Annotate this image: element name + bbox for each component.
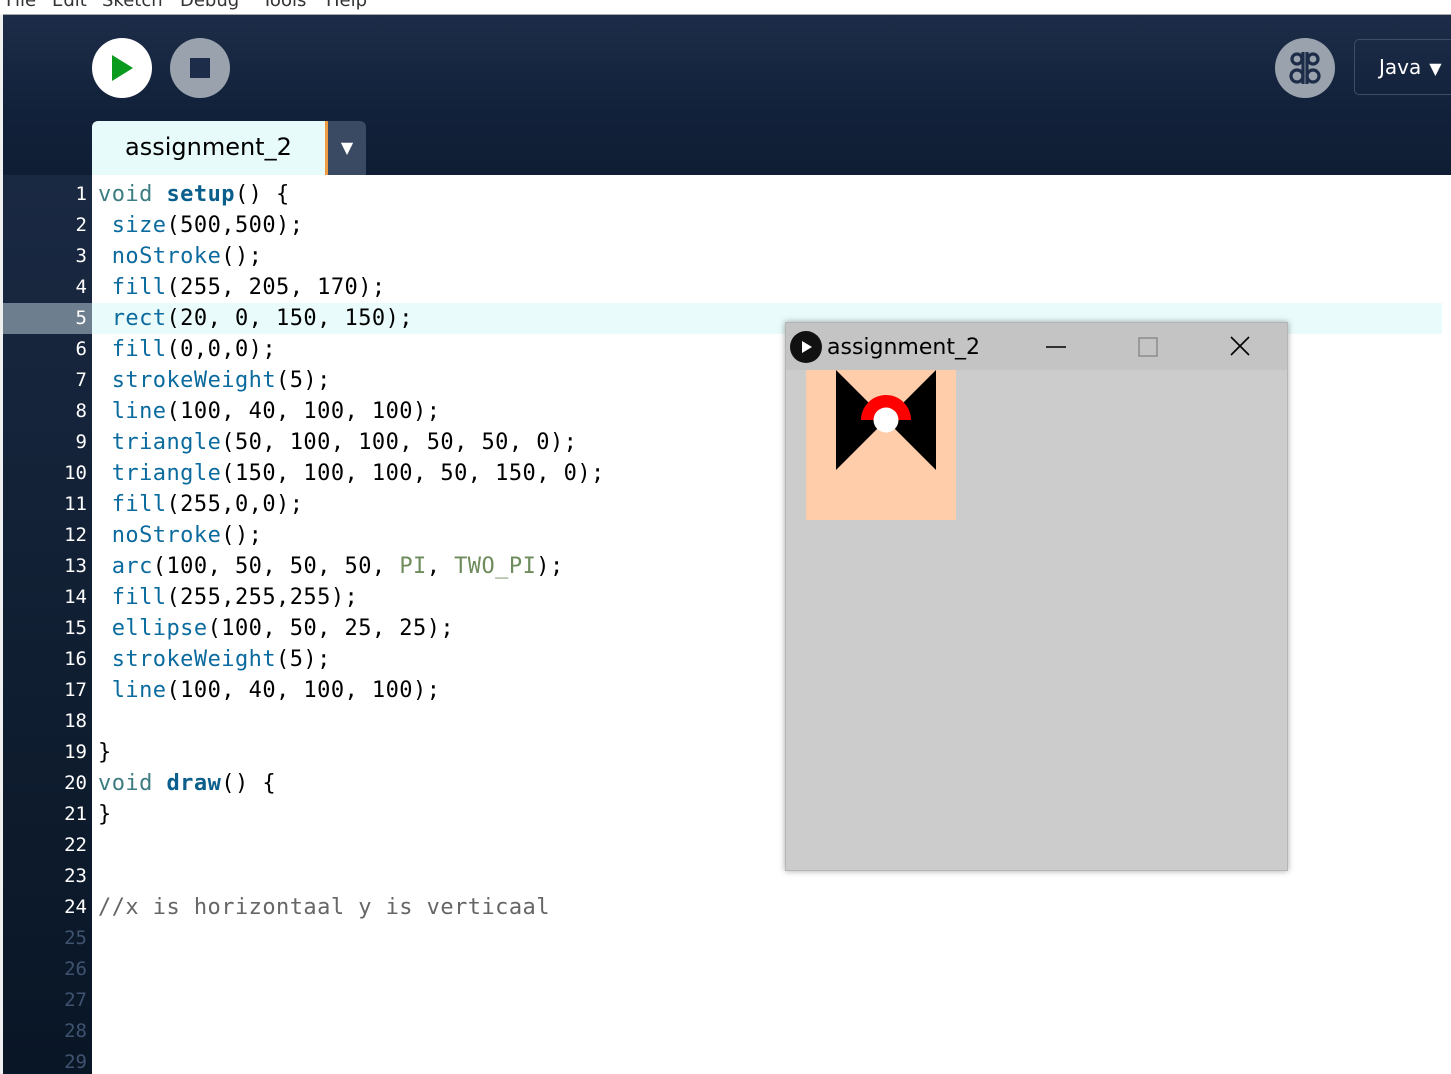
line-number: 18: [64, 710, 87, 732]
white-ellipse: [873, 407, 899, 433]
code-line[interactable]: fill(255, 205, 170);: [98, 275, 386, 300]
debug-button[interactable]: [1275, 38, 1335, 98]
butterfly-icon: [1289, 52, 1321, 84]
code-line[interactable]: line(100, 40, 100, 100);: [98, 678, 440, 703]
line-number: 15: [64, 617, 87, 639]
chevron-down-icon: ▼: [340, 138, 354, 157]
line-number: 7: [75, 369, 87, 391]
line-number: 29: [64, 1051, 87, 1073]
line-number: 28: [64, 1020, 87, 1042]
line-number: 14: [64, 586, 87, 608]
line-number: 17: [64, 679, 87, 701]
line-number: 10: [64, 462, 87, 484]
code-line[interactable]: size(500,500);: [98, 213, 303, 238]
run-button[interactable]: [92, 38, 152, 98]
minimize-button[interactable]: [1036, 331, 1076, 363]
code-line[interactable]: fill(255,0,0);: [98, 492, 303, 517]
minimize-icon: [1046, 346, 1066, 348]
code-line[interactable]: rect(20, 0, 150, 150);: [98, 306, 413, 331]
maximize-button[interactable]: [1128, 331, 1168, 363]
code-line[interactable]: }: [98, 802, 112, 827]
line-number: 4: [75, 276, 87, 298]
line-number: 16: [64, 648, 87, 670]
line-number: 22: [64, 834, 87, 856]
code-line[interactable]: void setup() {: [98, 182, 290, 207]
line-number: 3: [75, 245, 87, 267]
line-number: 25: [64, 927, 87, 949]
menu-file[interactable]: File: [6, 0, 36, 11]
sketch-title: assignment_2: [827, 335, 980, 360]
sketch-titlebar[interactable]: assignment_2: [786, 323, 1287, 370]
tab-label: assignment_2: [125, 133, 292, 161]
toolbar: Java ▼ assignment_2 ▼: [3, 15, 1451, 175]
line-number: 12: [64, 524, 87, 546]
code-line[interactable]: noStroke();: [98, 244, 262, 269]
menu-edit[interactable]: Edit: [52, 0, 87, 11]
chevron-down-icon: ▼: [1429, 59, 1442, 78]
sketch-window[interactable]: assignment_2: [785, 322, 1288, 871]
code-line[interactable]: }: [98, 740, 112, 765]
maximize-icon: [1138, 337, 1158, 357]
processing-play-icon: [790, 331, 822, 363]
line-number: 23: [64, 865, 87, 887]
menu-bar: File Edit Sketch Debug Tools Help: [0, 0, 1451, 15]
menu-debug[interactable]: Debug: [180, 0, 239, 11]
sketch-canvas[interactable]: [786, 370, 1287, 870]
line-number: 6: [75, 338, 87, 360]
line-number: 13: [64, 555, 87, 577]
line-number: 2: [75, 214, 87, 236]
code-line[interactable]: strokeWeight(5);: [98, 647, 331, 672]
mode-label: Java: [1379, 55, 1422, 79]
close-icon: [1230, 336, 1250, 356]
code-line[interactable]: //x is horizontaal y is verticaal: [98, 895, 550, 920]
code-line[interactable]: void draw() {: [98, 771, 276, 796]
code-line[interactable]: arc(100, 50, 50, 50, PI, TWO_PI);: [98, 554, 564, 579]
stop-button[interactable]: [170, 38, 230, 98]
tab-assignment-2[interactable]: assignment_2: [92, 121, 328, 175]
code-line[interactable]: line(100, 40, 100, 100);: [98, 399, 440, 424]
stop-icon: [190, 58, 210, 78]
code-line[interactable]: ellipse(100, 50, 25, 25);: [98, 616, 454, 641]
menu-tools[interactable]: Tools: [262, 0, 306, 11]
line-number: 24: [64, 896, 87, 918]
code-line[interactable]: fill(0,0,0);: [98, 337, 276, 362]
line-number: 5: [75, 307, 87, 329]
menu-help[interactable]: Help: [326, 0, 367, 11]
line-number: 8: [75, 400, 87, 422]
line-number: 1: [75, 183, 87, 205]
line-number: 21: [64, 803, 87, 825]
close-button[interactable]: [1220, 331, 1260, 363]
line-number: 27: [64, 989, 87, 1011]
code-line[interactable]: fill(255,255,255);: [98, 585, 358, 610]
code-line[interactable]: triangle(150, 100, 100, 50, 150, 0);: [98, 461, 605, 486]
code-line[interactable]: strokeWeight(5);: [98, 368, 331, 393]
line-number: 20: [64, 772, 87, 794]
code-line[interactable]: noStroke();: [98, 523, 262, 548]
line-number: 11: [64, 493, 87, 515]
code-line[interactable]: triangle(50, 100, 100, 50, 50, 0);: [98, 430, 577, 455]
mode-select[interactable]: Java ▼: [1354, 39, 1451, 95]
tab-menu-button[interactable]: ▼: [328, 121, 366, 175]
line-number: 19: [64, 741, 87, 763]
play-icon: [112, 55, 133, 81]
line-number: 9: [75, 431, 87, 453]
menu-sketch[interactable]: Sketch: [102, 0, 163, 11]
line-number-gutter: 1 2 3 4 5 6 7 8 9 10 11 12 13 14 15 16 17 18 19 20 21 22 23 24 2…: [3, 175, 92, 1074]
line-number: 26: [64, 958, 87, 980]
